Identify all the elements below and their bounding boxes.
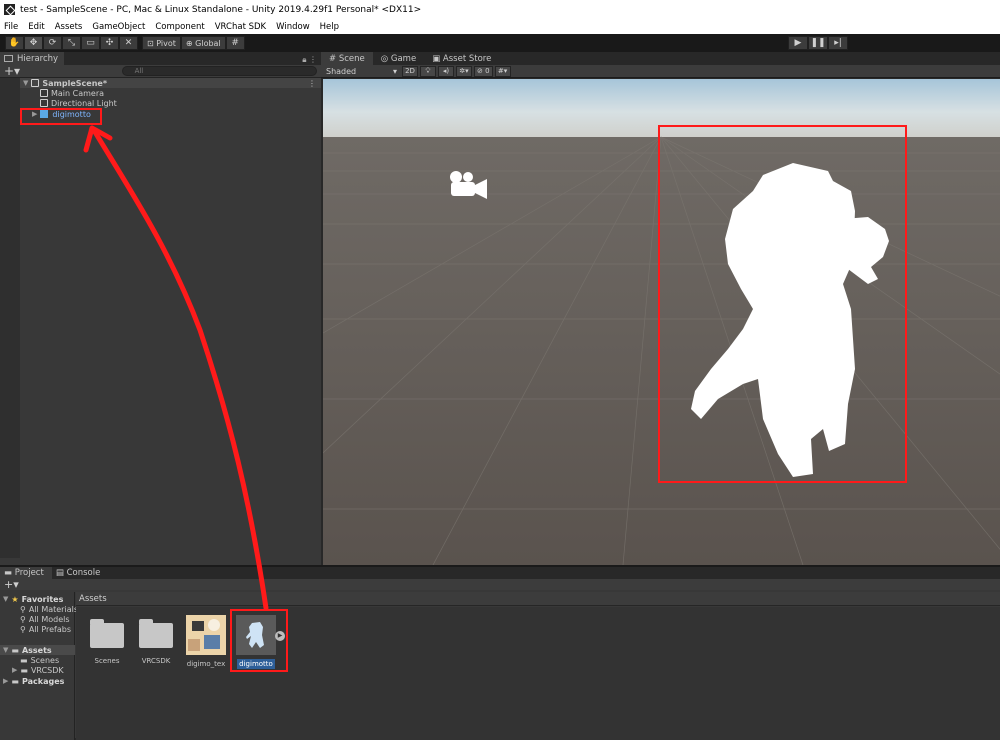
annotation-arrow (83, 125, 269, 611)
arrow-shaft (92, 129, 269, 611)
